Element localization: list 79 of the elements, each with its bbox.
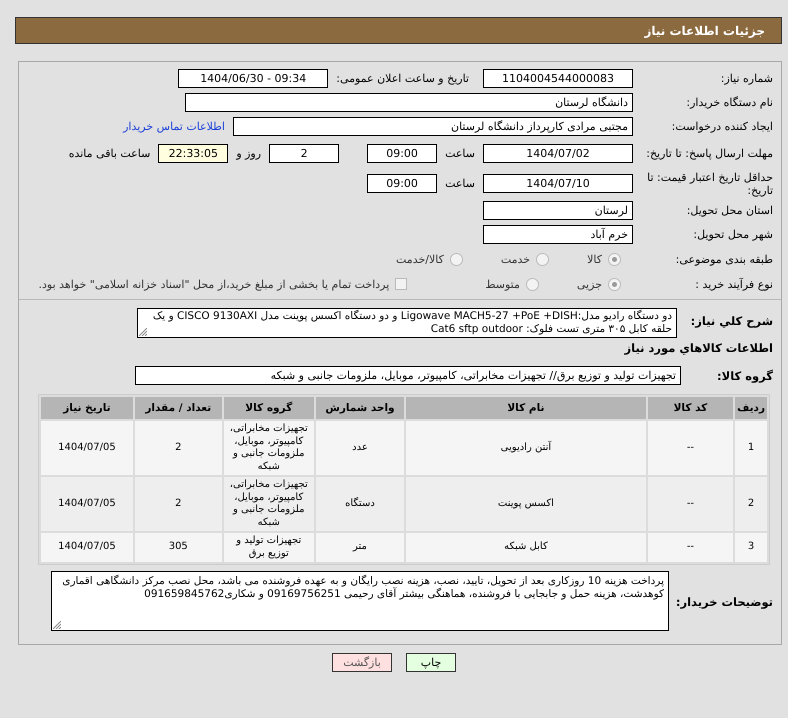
radio-button[interactable]	[608, 252, 621, 266]
radio-button[interactable]	[526, 278, 539, 290]
column-header: کد کالا	[648, 397, 734, 419]
checkbox-label: پرداخت تمام یا بخشی از مبلغ خرید،از محل "اسناد خزانه اسلامی" خواهد بود.	[38, 278, 390, 290]
resize-grip-icon[interactable]	[53, 621, 61, 629]
field-label: شهر محل تحویل:	[692, 228, 773, 241]
print-button[interactable]: چاپ	[406, 653, 456, 672]
requester-field[interactable]: مجتبی مرادی کارپرداز دانشگاه لرستان	[233, 117, 633, 136]
field-label: تاریخ و ساعت اعلان عمومی:	[336, 72, 469, 85]
announce-date-field[interactable]: 1404/06/30 - 09:34	[178, 69, 328, 88]
table-cell: --	[648, 477, 734, 531]
need-number-field[interactable]: 1104004544000083	[483, 69, 633, 88]
buyer-contact-link[interactable]: اطلاعات تماس خریدار	[123, 120, 225, 133]
section-heading: اطلاعات کالاهاي مورد نياز	[624, 341, 773, 355]
field-label: روز و	[236, 147, 262, 160]
radio-button[interactable]	[450, 252, 463, 266]
province-field[interactable]: لرستان	[483, 201, 633, 220]
column-header: تاریخ نیاز	[41, 397, 133, 419]
field-label: ساعت	[445, 177, 475, 190]
page-title: جزئیات اطلاعات نیاز	[644, 24, 765, 38]
table-cell: --	[648, 421, 734, 475]
table-cell: کابل شبکه	[406, 533, 646, 562]
radio-label: جزیی	[576, 278, 602, 290]
table-cell: 305	[134, 533, 222, 562]
resize-grip-icon[interactable]	[139, 328, 147, 336]
field-label: توضیحات خریدار:	[674, 594, 773, 609]
table-cell: --	[648, 533, 734, 562]
checkbox[interactable]	[395, 278, 408, 290]
table-cell: 2	[134, 421, 222, 475]
city-field[interactable]: خرم آباد	[483, 225, 633, 244]
radio-label: کالا/خدمت	[396, 252, 444, 266]
buyer-notes-field[interactable]: پرداخت هزینه 10 روزکاری بعد از تحویل، تایید، نصب، هزینه نصب رایگان و به عهده فروشنده می باشد، محل نصب مرکز دانشگاهی اقماری کوهدشت، هزینه حمل و جابجایی با فروشنده، هماهنگی بیشتر آقای رحیمی 09169756251 و شکاری091659845762	[51, 571, 669, 631]
table-cell: تجهیزات مخابراتی، کامپیوتر، موبایل، ملزومات جانبی و شبکه	[224, 477, 314, 531]
radio-label: متوسط	[485, 278, 520, 290]
table-cell: تجهیزات مخابراتی، کامپیوتر، موبایل، ملزومات جانبی و شبکه	[224, 421, 314, 475]
field-label: مهلت ارسال پاسخ: تا تاریخ:	[645, 147, 773, 160]
field-label: استان محل تحویل:	[686, 204, 773, 217]
column-header: ردیف	[735, 397, 767, 419]
field-label: ایجاد کننده درخواست:	[670, 120, 773, 133]
field-label: نوع فرآیند خرید :	[694, 278, 773, 290]
table-cell: متر	[316, 533, 404, 562]
goods-group-field[interactable]: تجهیزات تولید و توزیع برق// تجهیزات مخابراتی، کامپیوتر، موبایل، ملزومات جانبی و شبکه	[135, 366, 681, 385]
buyer-org-field[interactable]: دانشگاه لرستان	[185, 93, 633, 112]
table-cell: دستگاه	[316, 477, 404, 531]
column-header: واحد شمارش	[316, 397, 404, 419]
field-label: ساعت باقی مانده	[68, 147, 150, 160]
table-cell: تجهیزات تولید و توزیع برق	[224, 533, 314, 562]
column-header: گروه کالا	[224, 397, 314, 419]
field-label: شماره نیاز:	[720, 72, 773, 85]
table-cell: 2	[735, 477, 767, 531]
radio-button[interactable]	[608, 278, 621, 290]
time-field[interactable]: 09:00	[367, 174, 438, 193]
table-cell: 1	[735, 421, 767, 475]
field-label: گروه کالا:	[716, 368, 773, 382]
remaining-time-field[interactable]: 22:33:05	[158, 144, 228, 163]
field-label: حداقل تاریخ اعتبار قیمت: تا تاریخ:	[646, 170, 773, 196]
time-field[interactable]: 09:00	[367, 144, 438, 163]
table-cell: 2	[134, 477, 222, 531]
date-field[interactable]: 1404/07/02	[483, 144, 633, 163]
radio-button[interactable]	[536, 252, 550, 266]
column-header: نام کالا	[406, 397, 646, 419]
table-cell: اکسس پوینت	[406, 477, 646, 531]
field-label: شرح کلي نياز:	[690, 313, 773, 328]
table-cell: آنتن رادیویی	[406, 421, 646, 475]
table-cell: عدد	[316, 421, 404, 475]
back-button[interactable]: بازگشت	[332, 653, 392, 672]
field-label: طبقه بندی موضوعی:	[674, 252, 773, 266]
description-field[interactable]: دو دستگاه رادیو مدل:Ligowave MACH5-27 +PoE +DISH و دو دستگاه اکسس پوینت مدل CISCO 9130AXI و یک حلقه کابل ۳۰۵ متری تست فلوک: Cat6 sftp outdoor	[137, 308, 677, 338]
radio-label: خدمت	[500, 252, 530, 266]
days-field[interactable]: 2	[269, 144, 340, 163]
table-cell: 1404/07/05	[41, 421, 133, 475]
table-cell: 1404/07/05	[41, 533, 133, 562]
field-label: ساعت	[445, 147, 475, 160]
date-field[interactable]: 1404/07/10	[483, 174, 633, 193]
field-label: نام دستگاه خریدار:	[685, 96, 773, 109]
column-header: تعداد / مقدار	[134, 397, 222, 419]
table-cell: 1404/07/05	[41, 477, 133, 531]
table-cell: 3	[735, 533, 767, 562]
radio-label: کالا	[587, 252, 602, 266]
